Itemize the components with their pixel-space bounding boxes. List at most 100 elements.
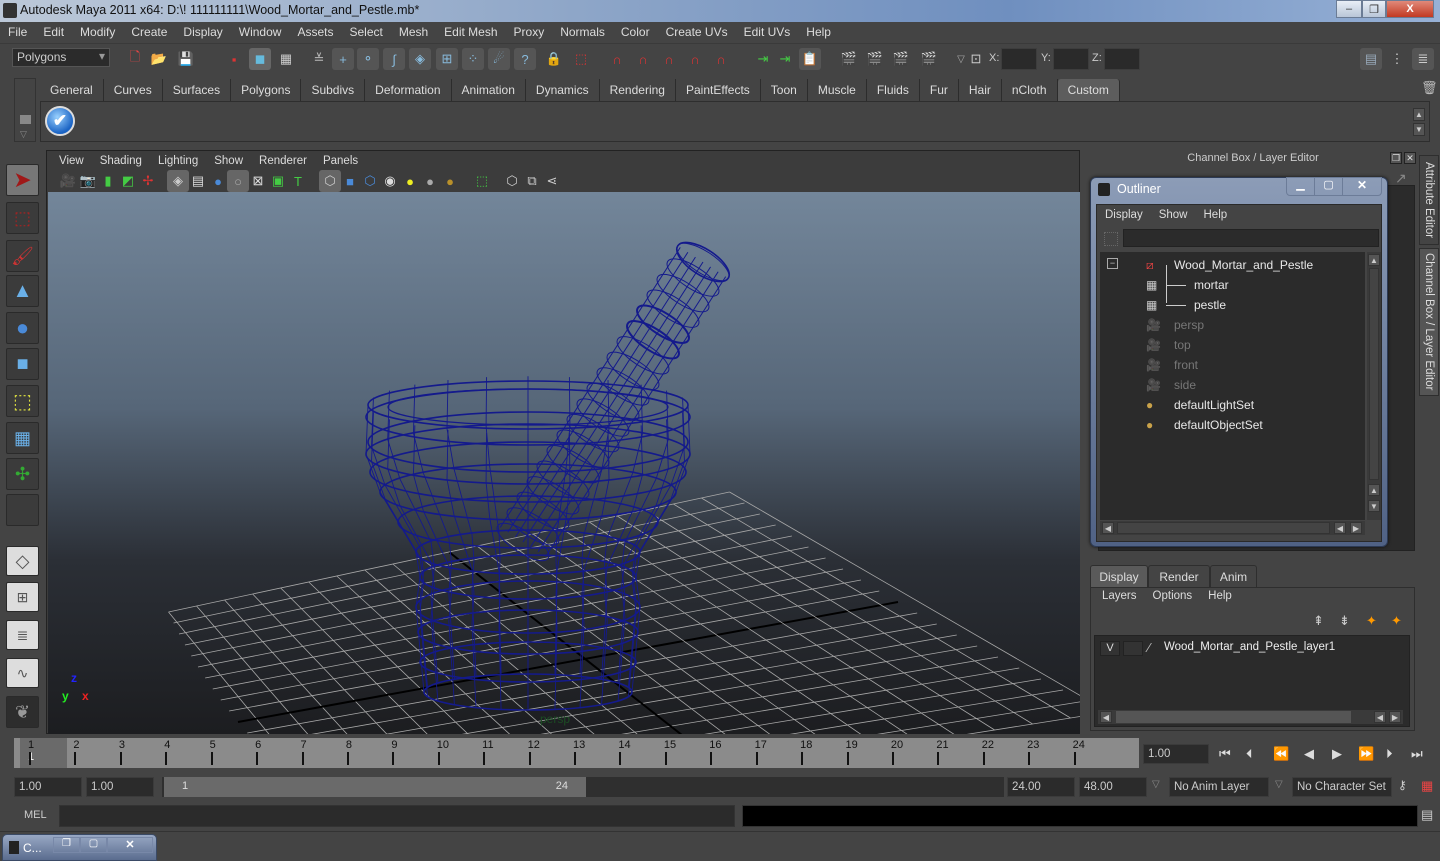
scroll-left-arrow-2[interactable]: ◀ [1334,522,1346,534]
four-view-layout-icon[interactable]: ⊞ [6,582,39,612]
safe-action-icon[interactable]: ▣ [267,170,289,192]
shelf-tab-custom[interactable]: Custom [1057,79,1120,101]
restore-button[interactable]: ❐ [1362,0,1386,18]
bookmarks-icon[interactable]: ▮ [97,170,119,192]
scroll-up-arrow-2[interactable]: ▲ [1368,484,1380,496]
select-curve-icon[interactable]: ∫ [383,48,405,70]
outliner-maximize-button[interactable]: ▢ [1314,178,1342,195]
new-layer-icon[interactable]: ✦ [1366,613,1377,629]
render-view-icon[interactable]: 🎬 [838,48,860,70]
outliner-persp-layout-icon[interactable]: ≣ [6,620,39,650]
select-deformation-icon[interactable]: ⊞ [436,48,458,70]
step-back-key-icon[interactable]: ⏪ [1273,746,1289,762]
highlight-selection-icon[interactable]: ⬚ [570,48,592,70]
layer-menu-help[interactable]: Help [1200,590,1240,602]
layer-type-toggle[interactable] [1123,641,1143,656]
save-scene-icon[interactable]: 💾 [175,48,197,70]
channel-box-toggle-icon[interactable]: ≣ [1412,48,1434,70]
shelf-tab-muscle[interactable]: Muscle [807,79,867,101]
outliner-menu-display[interactable]: Display [1097,209,1151,221]
two-d-pan-zoom-icon[interactable]: ✢ [137,170,159,192]
tool-settings-toggle-icon[interactable]: ⋮ [1386,48,1408,70]
menu-help[interactable]: Help [798,25,839,39]
scroll-down-arrow[interactable]: ▼ [1368,500,1380,512]
shelf-tab-fluids[interactable]: Fluids [866,79,920,101]
menu-edit-mesh[interactable]: Edit Mesh [436,25,505,39]
layer-menu-options[interactable]: Options [1145,590,1201,602]
layer-tab-display[interactable]: Display [1090,565,1148,587]
resolution-gate-icon[interactable]: ● [207,170,229,192]
select-object-icon[interactable]: ◼ [249,48,271,70]
anim-layer-field[interactable]: No Anim Layer [1169,777,1269,797]
filter-icon[interactable] [1104,232,1118,246]
shelf-tab-curves[interactable]: Curves [103,79,163,101]
select-handle-icon[interactable]: + [332,48,354,70]
layer-color-swatch[interactable]: ⁄ [1148,640,1150,655]
playback-end-field[interactable]: 24.00 [1007,777,1075,797]
make-live-icon[interactable]: ∩ [710,48,732,70]
close-panel-icon[interactable]: ✕ [1404,152,1416,164]
snap-toggle-icon[interactable]: ≚ [308,48,330,70]
snap-grid-icon[interactable]: ∩ [606,48,628,70]
safe-title-icon[interactable]: T [287,170,309,192]
outliner-filter-input[interactable] [1123,229,1379,247]
minimized-window[interactable]: C... ❐ ▢ ✕ [2,834,157,861]
move-layer-up-icon[interactable]: ⇞ [1313,613,1324,629]
play-backwards-icon[interactable]: ◀ [1304,746,1314,762]
viewport-menu-show[interactable]: Show [206,155,251,167]
viewport-scene[interactable]: z y x persp [48,192,1080,734]
new-scene-icon[interactable]: 🗋 [124,48,146,70]
menu-normals[interactable]: Normals [552,25,613,39]
input-ops-icon[interactable]: ⇥ [752,48,774,70]
script-editor-icon[interactable]: ▤ [1421,807,1433,823]
wireframe-on-shaded-icon[interactable]: ⬡ [359,170,381,192]
select-misc-icon[interactable]: ? [514,48,536,70]
shelf-tab-ncloth[interactable]: nCloth [1001,79,1058,101]
time-slider-track[interactable]: 1 1 2 3 4 5 6 7 8 9 10 11 12 13 14 15 16 17 18 19 20 21 22 23 2… [14,738,1139,768]
animation-end-field[interactable]: 48.00 [1079,777,1147,797]
last-tool-slot[interactable] [6,494,39,526]
outliner-menu-show[interactable]: Show [1151,209,1196,221]
step-forward-key-icon[interactable]: ⏩ [1358,746,1374,762]
auto-key-icon[interactable]: ⚷ [1398,778,1407,792]
float-panel-icon[interactable]: ❐ [1390,152,1402,164]
play-forwards-icon[interactable]: ▶ [1332,746,1342,762]
persp-graph-layout-icon[interactable]: ∿ [6,658,39,688]
channel-box-tab[interactable]: Channel Box / Layer Editor [1419,248,1439,396]
character-set-field[interactable]: No Character Set [1292,777,1392,797]
minimized-restore-button[interactable]: ❐ [53,837,80,853]
step-back-frame-icon[interactable]: ⏴ [1246,746,1253,762]
viewport-menu-shading[interactable]: Shading [92,155,150,167]
playback-start-field[interactable]: 1.00 [86,777,154,797]
shelf-tab-toon[interactable]: Toon [760,79,808,101]
snap-point-icon[interactable]: ∩ [658,48,680,70]
menu-proxy[interactable]: Proxy [506,25,553,39]
menu-create-uvs[interactable]: Create UVs [658,25,736,39]
rotate-tool-icon[interactable]: ● [6,312,39,344]
xray-icon[interactable]: ⬡ [501,170,523,192]
trash-icon[interactable]: 🗑 [1421,80,1438,96]
layer-hscrollbar[interactable]: ◀ ◀ ▶ [1098,710,1403,724]
field-chart-icon[interactable]: ⊠ [247,170,269,192]
animation-preferences-icon[interactable]: ▦ [1421,778,1433,794]
command-input[interactable] [59,805,735,827]
attribute-editor-tab[interactable]: Attribute Editor [1419,155,1439,245]
hscroll-thumb[interactable] [1117,522,1330,534]
layer-tab-render[interactable]: Render [1148,565,1210,587]
render-current-frame-icon[interactable]: 🎬 [864,48,886,70]
image-plane-icon[interactable]: ◩ [117,170,139,192]
menu-display[interactable]: Display [175,25,230,39]
outliner-vscrollbar[interactable]: ▲ ▲ ▼ [1367,252,1381,520]
menu-assets[interactable]: Assets [289,25,341,39]
shelf-tab-rendering[interactable]: Rendering [599,79,676,101]
snap-curve-icon[interactable]: ∩ [632,48,654,70]
minimize-button[interactable]: – [1336,0,1362,18]
shelf-tab-dynamics[interactable]: Dynamics [525,79,600,101]
select-dynamics-icon[interactable]: ⁘ [462,48,484,70]
minimized-maximize-button[interactable]: ▢ [80,837,107,853]
soft-modification-tool-icon[interactable]: ▦ [6,422,39,454]
menu-modify[interactable]: Modify [72,25,123,39]
construction-history-icon[interactable]: 📋 [799,48,821,70]
high-quality-icon[interactable]: ● [439,170,461,192]
show-manipulator-icon[interactable]: ✣ [6,458,39,490]
